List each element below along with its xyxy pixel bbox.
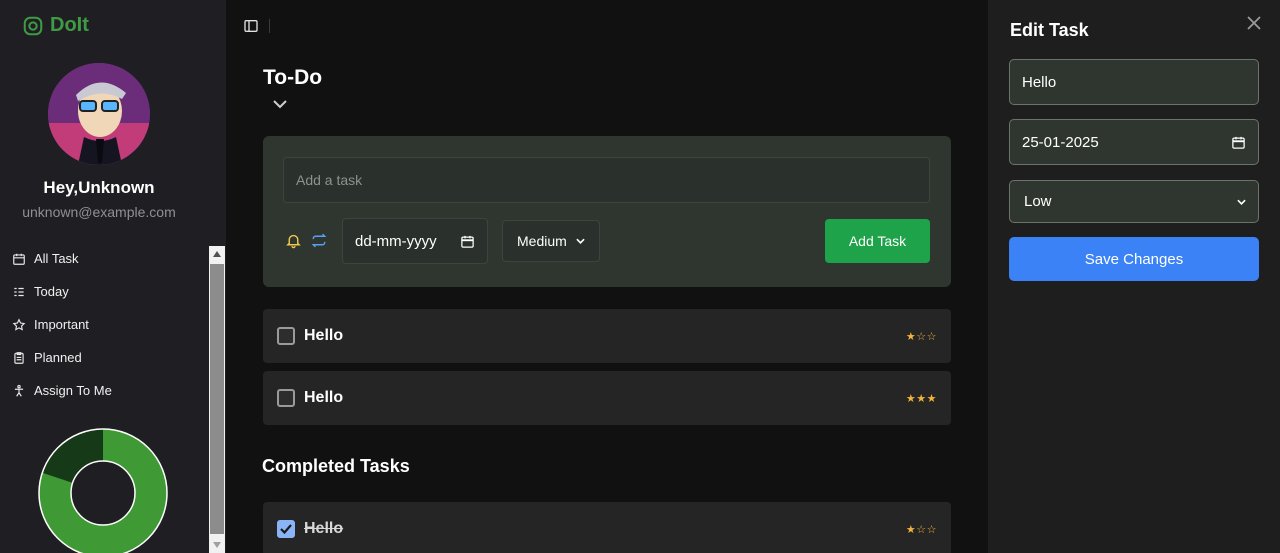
task-row[interactable]: Hello ★☆☆ <box>263 309 951 363</box>
edit-task-name-input[interactable]: Hello <box>1009 59 1259 105</box>
edit-priority-select[interactable]: Low <box>1009 180 1259 223</box>
add-task-input[interactable] <box>283 157 930 203</box>
task-row[interactable]: Hello ★★★ <box>263 371 951 425</box>
task-name-value: Hello <box>1022 73 1057 91</box>
task-checkbox[interactable] <box>277 327 295 345</box>
page-title: To-Do <box>263 66 323 89</box>
sidebar-item-important[interactable]: Important <box>12 308 112 341</box>
progress-donut-chart <box>38 428 168 553</box>
sidebar-item-label: Assign To Me <box>34 383 112 398</box>
bell-icon[interactable] <box>285 232 302 254</box>
edit-panel-title: Edit Task <box>1010 20 1089 40</box>
topbar-divider <box>269 19 270 33</box>
task-checkbox[interactable] <box>277 389 295 407</box>
avatar[interactable] <box>48 63 150 165</box>
calendar-icon[interactable] <box>1231 135 1246 150</box>
app-logo[interactable]: DoIt <box>22 14 89 37</box>
sidebar-item-label: All Task <box>34 251 79 266</box>
repeat-icon[interactable] <box>310 232 328 254</box>
add-task-button[interactable]: Add Task <box>825 219 930 263</box>
sidebar-item-today[interactable]: Today <box>12 275 112 308</box>
sidebar-item-all-task[interactable]: All Task <box>12 242 112 275</box>
app-root: DoIt Hey,Unknown unknown@example.com All… <box>0 0 1280 553</box>
scrollbar-thumb[interactable] <box>210 264 224 534</box>
scroll-up-arrow-icon[interactable] <box>209 246 225 262</box>
clipboard-icon <box>14 351 24 364</box>
sidebar-item-label: Planned <box>34 350 82 365</box>
edit-due-date-input[interactable]: 25-01-2025 <box>1009 119 1259 165</box>
star-rating[interactable]: ★☆☆ <box>906 523 937 536</box>
scroll-down-arrow-icon[interactable] <box>209 537 225 553</box>
sidebar-item-label: Today <box>34 284 69 299</box>
task-text: Hello <box>304 520 344 537</box>
star-rating[interactable]: ★☆☆ <box>906 330 937 343</box>
main-content: To-Do dd-mm-yyyy Medium Add Task <box>226 0 988 553</box>
calendar-icon[interactable] <box>460 234 475 249</box>
logo-icon <box>23 16 43 35</box>
task-text: Hello <box>304 327 344 344</box>
due-date-input[interactable]: dd-mm-yyyy <box>342 218 488 264</box>
edit-task-panel: Edit Task Hello 25-01-2025 Low Save Chan… <box>988 0 1280 553</box>
date-placeholder: dd-mm-yyyy <box>355 232 437 250</box>
sidebar-item-assign-to-me[interactable]: Assign To Me <box>12 374 112 407</box>
date-value: 25-01-2025 <box>1022 133 1099 151</box>
sidebar: DoIt Hey,Unknown unknown@example.com All… <box>0 0 226 553</box>
chevron-down-icon[interactable] <box>273 96 287 114</box>
task-checkbox-checked[interactable] <box>277 520 295 538</box>
toggle-sidebar-icon[interactable] <box>243 18 259 39</box>
sidebar-scrollbar[interactable] <box>209 246 225 553</box>
checkmark-icon <box>280 524 292 534</box>
priority-value: Medium <box>517 233 567 249</box>
person-icon <box>14 384 24 397</box>
task-text: Hello <box>304 389 344 406</box>
priority-value: Low <box>1024 193 1052 210</box>
close-icon[interactable] <box>1247 16 1261 35</box>
sidebar-item-label: Important <box>34 317 89 332</box>
greeting: Hey,Unknown <box>43 178 155 197</box>
sidebar-item-planned[interactable]: Planned <box>12 341 112 374</box>
star-icon <box>12 317 26 331</box>
add-task-panel: dd-mm-yyyy Medium Add Task <box>263 136 951 287</box>
calendar-icon <box>13 253 25 265</box>
completed-tasks-heading: Completed Tasks <box>262 456 410 476</box>
save-changes-button[interactable]: Save Changes <box>1009 237 1259 281</box>
logo-text: DoIt <box>50 14 89 36</box>
chevron-down-icon <box>576 238 585 244</box>
user-email: unknown@example.com <box>22 204 176 220</box>
sidebar-nav: All Task Today Important Planned Assign … <box>12 242 112 407</box>
star-rating[interactable]: ★★★ <box>906 392 937 405</box>
priority-select[interactable]: Medium <box>502 220 600 262</box>
chevron-down-icon <box>1237 199 1246 205</box>
completed-task-row[interactable]: Hello ★☆☆ <box>263 502 951 553</box>
list-icon <box>14 287 24 296</box>
